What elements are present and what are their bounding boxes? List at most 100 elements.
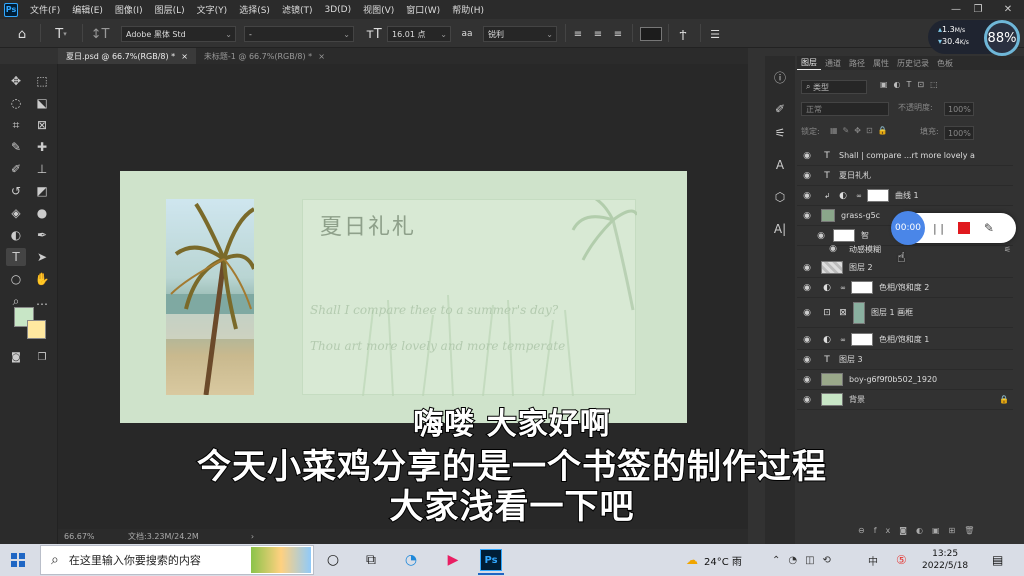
tab-layers[interactable]: 图层 [797,56,821,70]
taskbar-search-box[interactable]: ⌕ 在这里输入你要搜索的内容 [40,545,314,575]
hand-tool-icon[interactable]: ✋ [32,270,52,288]
quick-mask-icon[interactable]: ◙ [6,348,26,366]
photoshop-taskbar-icon[interactable]: Ps [480,549,502,571]
move-tool-icon[interactable]: ✥ [6,72,26,90]
adjustments-icon[interactable]: ⚟ [770,124,790,142]
brush-settings-icon[interactable]: ✐ [770,100,790,118]
eye-icon[interactable]: ◉ [797,171,817,181]
eye-icon[interactable]: ◉ [823,244,843,254]
cortana-icon[interactable]: ○ [322,549,344,571]
menu-window[interactable]: 窗口(W) [400,3,446,16]
menu-filter[interactable]: 滤镜(T) [276,3,319,16]
app-tray-icon[interactable]: ⑤ [896,544,907,576]
paint-bucket-icon[interactable]: ◈ [6,204,26,222]
zoom-level[interactable]: 66.67% [64,532,128,541]
tab-properties[interactable]: 属性 [869,56,893,70]
layer-row[interactable]: ◉ T 夏日礼札 [797,166,1013,186]
task-view-icon[interactable]: ⧉ [360,549,382,571]
glyphs-icon[interactable]: A [770,156,790,174]
eye-icon[interactable]: ◉ [797,308,817,318]
notification-icon[interactable]: ▤ [992,544,1003,576]
menu-view[interactable]: 视图(V) [357,3,400,16]
eye-icon[interactable]: ◉ [797,335,817,345]
menu-layer[interactable]: 图层(L) [149,3,191,16]
tab-untitled[interactable]: 未标题-1 @ 66.7%(RGB/8) * × [196,48,333,64]
tray-icons[interactable]: ⌃◔◫⟲ [772,544,839,576]
layer-row[interactable]: ◉ ◐ ∞ 色相/饱和度 2 [797,278,1013,298]
antialias-select[interactable]: 锐利 ⌄ [483,26,557,42]
eye-icon[interactable]: ◉ [811,231,831,241]
filter-options-icon[interactable]: ⚟ [1004,245,1011,254]
eye-icon[interactable]: ◉ [797,355,817,365]
ime-indicator[interactable]: 中 [868,544,878,576]
layer-row[interactable]: ◉ T 图层 3 [797,350,1013,370]
weather[interactable]: ☁ 24°C 雨 [686,544,742,576]
eye-icon[interactable]: ◉ [797,375,817,385]
fill-field[interactable]: 100% [944,126,974,140]
screen-mode-icon[interactable]: ❐ [32,348,52,366]
menu-select[interactable]: 选择(S) [233,3,276,16]
lock-icons[interactable]: ▦✎✥⊡🔒 [830,126,893,135]
close-tab-icon[interactable]: × [318,52,325,61]
close-tab-icon[interactable]: × [181,52,188,61]
tab-channels[interactable]: 通道 [821,56,845,70]
align-left-icon[interactable]: ≡ [570,24,586,44]
tab-history[interactable]: 历史记录 [893,56,933,70]
menu-3d[interactable]: 3D(D) [318,5,357,15]
restore-icon[interactable]: ❐ [966,0,990,19]
stamp-tool-icon[interactable]: ⊥ [32,160,52,178]
layer-row[interactable]: ◉ ↲ ◐ ∞ 曲线 1 [797,186,1013,206]
3d-icon[interactable]: ⬡ [770,188,790,206]
canvas-title[interactable]: 夏日礼札 [320,209,416,241]
home-icon[interactable]: ⌂ [12,24,32,44]
path-select-icon[interactable]: ➤ [32,248,52,266]
eye-icon[interactable]: ◉ [797,395,817,405]
history-brush-icon[interactable]: ↺ [6,182,26,200]
tab-summer-psd[interactable]: 夏日.psd @ 66.7%(RGB/8) * × [58,48,196,64]
layer-row[interactable]: ◉ ◐ ∞ 色相/饱和度 1 [797,330,1013,350]
object-select-icon[interactable]: ⬕ [32,94,52,112]
filter-icons[interactable]: ▣◐T⊡⬚ [880,80,944,89]
status-arrow-icon[interactable]: › [251,532,254,541]
blur-tool-icon[interactable]: ● [32,204,52,222]
tab-swatches[interactable]: 色板 [933,56,957,70]
layer-row[interactable]: ◉ boy-g6f9f0b502_1920 [797,370,1013,390]
pause-button[interactable]: | | [933,222,944,235]
menu-edit[interactable]: 编辑(E) [66,3,109,16]
menu-type[interactable]: 文字(Y) [191,3,234,16]
font-size-select[interactable]: 16.01 点 ⌄ [387,26,451,42]
type-tool-icon[interactable]: T ▾ [48,24,74,44]
spot-heal-tool-icon[interactable]: ✚ [32,138,52,156]
media-app-icon[interactable]: ▶ [442,549,464,571]
ellipse-tool-icon[interactable]: ○ [6,270,26,288]
eye-icon[interactable]: ◉ [797,263,817,273]
background-color-swatch[interactable] [27,320,46,339]
align-center-icon[interactable]: ≡ [590,24,606,44]
paragraph-icon[interactable]: A| [770,220,790,238]
layer-filter-select[interactable]: ⌕ 类型 [801,80,867,94]
eye-icon[interactable]: ◉ [797,151,817,161]
eye-icon[interactable]: ◉ [797,283,817,293]
eraser-tool-icon[interactable]: ◩ [32,182,52,200]
menu-file[interactable]: 文件(F) [24,3,66,16]
stop-button[interactable] [957,222,970,234]
eye-icon[interactable]: ◉ [797,191,817,201]
more-tools-icon[interactable]: … [32,292,52,310]
dodge-tool-icon[interactable]: ◐ [6,226,26,244]
layer-row[interactable]: ◉ T Shall | compare ...rt more lovely a [797,146,1013,166]
eye-icon[interactable]: ◉ [797,211,817,221]
brush-tool-icon[interactable]: ✐ [6,160,26,178]
menu-help[interactable]: 帮助(H) [446,3,490,16]
align-right-icon[interactable]: ≡ [610,24,626,44]
menu-image[interactable]: 图像(I) [109,3,149,16]
warp-text-icon[interactable]: Ϯ [674,24,692,44]
frame-tool-icon[interactable]: ⊠ [32,116,52,134]
layer-actions[interactable]: ⊖fx◙◐▣⊞🗑 [858,526,983,535]
pen-icon[interactable]: ✎ [984,221,994,235]
canvas-script-line-2[interactable]: Thou art more lovely and more temperate [310,339,565,353]
text-orientation-icon[interactable]: ↕T [90,24,110,44]
windows-start-icon[interactable] [11,553,25,567]
lasso-tool-icon[interactable]: ◌ [6,94,26,112]
layer-row[interactable]: ◉ ⊡ ⊠ 图层 1 画框 [797,298,1013,328]
crop-tool-icon[interactable]: ⌗ [6,116,26,134]
